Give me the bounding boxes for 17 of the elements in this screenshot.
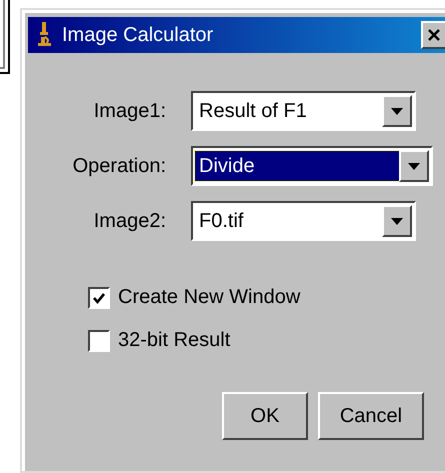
- field-label: Image1:: [92, 100, 166, 122]
- dropdown[interactable]: F0.tif: [191, 201, 416, 241]
- close-icon: [427, 28, 441, 42]
- checkbox-label: 32-bit Result: [118, 329, 230, 352]
- dropdown[interactable]: Divide: [191, 146, 433, 186]
- checkmark-icon: [92, 290, 106, 304]
- checkbox[interactable]: [88, 286, 110, 308]
- field-label: Image2:: [92, 210, 166, 232]
- microscope-icon: [36, 22, 52, 48]
- checkbox[interactable]: [88, 330, 110, 352]
- ok-button[interactable]: OK: [222, 392, 308, 440]
- checkbox-label: Create New Window: [118, 286, 300, 309]
- cancel-button[interactable]: Cancel: [318, 392, 424, 440]
- dropdown[interactable]: Result of F1: [191, 91, 416, 131]
- field-label: Operation:: [72, 154, 166, 178]
- close-button[interactable]: [421, 21, 445, 49]
- window-title: Image Calculator: [62, 24, 214, 46]
